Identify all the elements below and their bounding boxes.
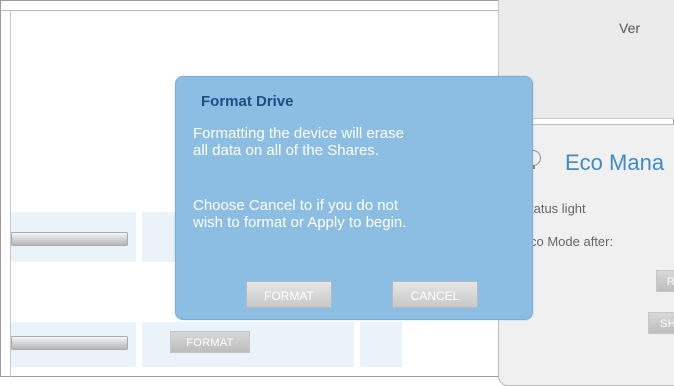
format-drive-dialog: Format Drive Formatting the device will … xyxy=(175,76,533,320)
drive-row-2-cell-c xyxy=(360,322,402,367)
dialog-message-line-1: Formatting the device will erase xyxy=(193,125,404,142)
row-format-button[interactable]: FORMAT xyxy=(170,331,250,353)
eco-r-button[interactable]: R xyxy=(656,270,674,292)
drive-row-2-capacity-bar xyxy=(11,336,128,350)
drive-row-1-capacity-bar xyxy=(11,232,128,246)
status-light-label: tatus light xyxy=(530,201,586,216)
dialog-cancel-button[interactable]: CANCEL xyxy=(392,281,478,308)
eco-sh-button[interactable]: SH xyxy=(648,312,674,334)
dialog-message-line-2: all data on all of the Shares. xyxy=(193,142,379,159)
eco-management-title: Eco Mana xyxy=(565,150,665,175)
eco-mode-after-label: co Mode after: xyxy=(530,234,614,249)
dialog-format-button[interactable]: FORMAT xyxy=(246,281,332,308)
version-label: Ver xyxy=(619,20,641,36)
dialog-instruction-line-1: Choose Cancel to if you do not xyxy=(193,197,399,214)
dialog-instruction-line-2: wish to format or Apply to begin. xyxy=(193,214,407,231)
dialog-title: Format Drive xyxy=(201,93,294,110)
